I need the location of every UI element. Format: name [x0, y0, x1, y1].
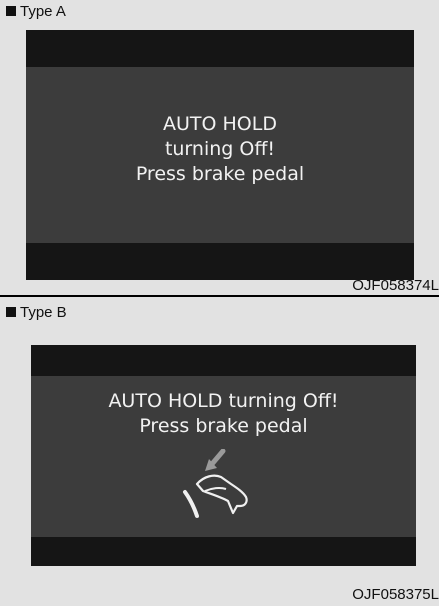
display-bottom-bar [31, 537, 416, 566]
type-a-label-text: Type A [20, 3, 66, 20]
display-top-bar [26, 30, 414, 67]
type-b-label: Type B [6, 305, 67, 320]
message-line: Press brake pedal [139, 415, 308, 437]
type-b-label-text: Type B [20, 304, 67, 321]
auto-hold-message: AUTO HOLD turning Off! Press brake pedal [31, 389, 416, 439]
shoe-outline [195, 474, 248, 515]
shoe-sole-line [204, 486, 227, 492]
cluster-display-type-a: AUTO HOLD turning Off! Press brake pedal [26, 30, 414, 280]
brake-pedal-press-icon [183, 449, 248, 518]
figure-code: OJF058374L [352, 277, 439, 294]
press-arrow-shaft [209, 449, 226, 467]
square-bullet-icon [6, 307, 16, 317]
type-a-panel: Type A AUTO HOLD turning Off! Press brak… [0, 0, 439, 297]
auto-hold-message: AUTO HOLD turning Off! Press brake pedal [26, 112, 414, 187]
message-line: Press brake pedal [135, 163, 305, 185]
type-b-panel: Type B AUTO HOLD turning Off! Press brak… [0, 297, 439, 606]
display-bottom-bar [26, 243, 414, 280]
message-line: AUTO HOLD turning Off! [108, 390, 339, 412]
figure-code: OJF058375L [352, 586, 439, 603]
pedal-arc [183, 490, 199, 518]
cluster-display-type-b: AUTO HOLD turning Off! Press brake pedal [31, 345, 416, 566]
message-line: AUTO HOLD [163, 113, 277, 135]
square-bullet-icon [6, 6, 16, 16]
display-top-bar [31, 345, 416, 376]
message-line: turning Off! [164, 138, 276, 160]
type-a-label: Type A [6, 4, 66, 19]
